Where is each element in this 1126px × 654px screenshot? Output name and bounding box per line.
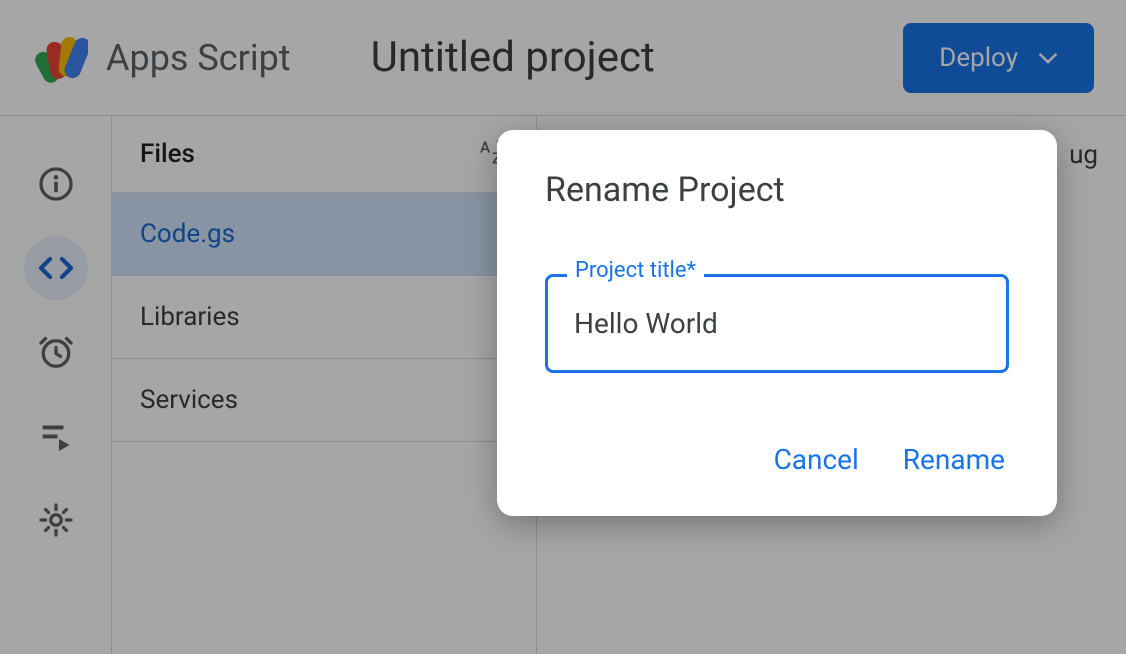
project-title-field: Project title*	[545, 274, 1009, 373]
project-title-label: Project title*	[567, 258, 704, 283]
dialog-title: Rename Project	[545, 170, 1009, 210]
dialog-actions: Cancel Rename	[545, 443, 1009, 476]
project-title-input[interactable]	[545, 274, 1009, 373]
rename-project-dialog: Rename Project Project title* Cancel Ren…	[497, 130, 1057, 516]
cancel-button[interactable]: Cancel	[774, 443, 859, 476]
rename-button[interactable]: Rename	[903, 443, 1005, 476]
